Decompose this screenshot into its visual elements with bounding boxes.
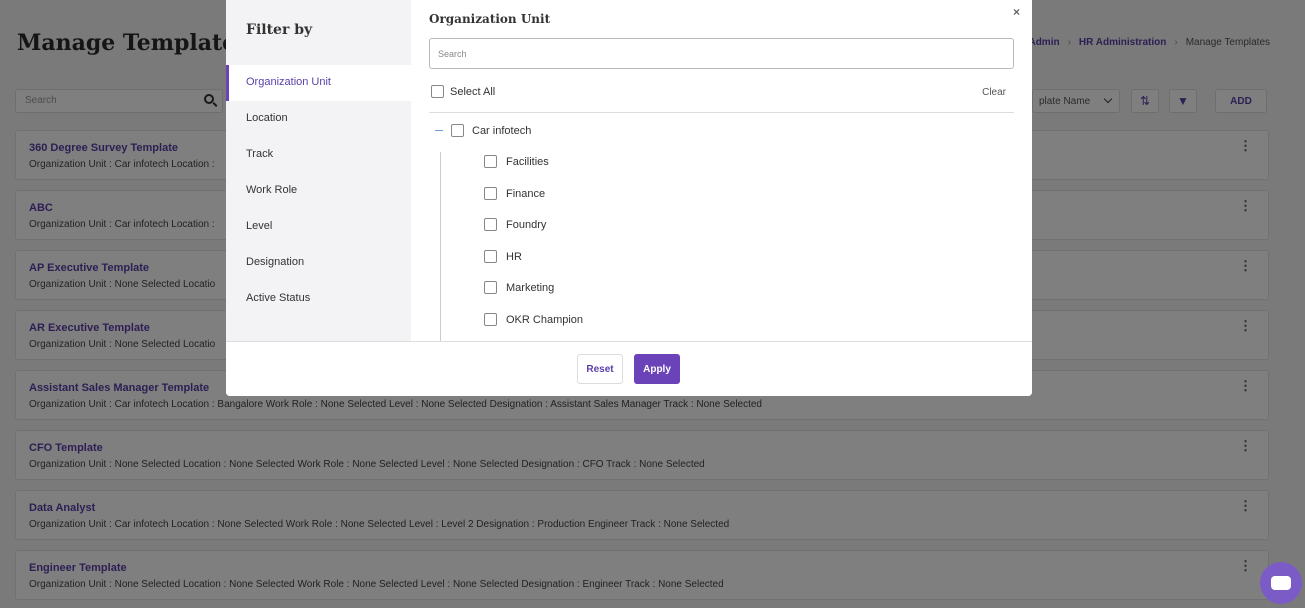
child-label: HR: [506, 250, 522, 263]
child-checkbox[interactable]: [484, 313, 497, 326]
filter-title: Filter by: [246, 22, 313, 38]
select-all-checkbox[interactable]: [431, 85, 444, 98]
filter-modal: Filter by Organization Unit Location Tra…: [226, 0, 1032, 396]
apply-button[interactable]: Apply: [634, 354, 680, 384]
org-unit-search-input[interactable]: Search: [429, 38, 1014, 69]
filter-item-location[interactable]: Location: [226, 101, 411, 137]
tree-child-node: Finance: [484, 187, 545, 200]
child-label: OKR Champion: [506, 313, 584, 326]
tree-child-node: OKR Champion: [484, 313, 583, 326]
collapse-icon[interactable]: [435, 129, 443, 132]
child-checkbox[interactable]: [484, 250, 497, 263]
chat-support-button[interactable]: [1260, 562, 1302, 604]
filter-panel: Organization Unit × Search Select All Cl…: [411, 0, 1032, 342]
filter-item-work-role[interactable]: Work Role: [226, 173, 411, 209]
child-label: Finance: [506, 187, 546, 200]
child-checkbox[interactable]: [484, 155, 497, 168]
tree-child-node: Marketing: [484, 281, 554, 294]
filter-sidebar: Filter by Organization Unit Location Tra…: [226, 0, 411, 341]
chat-icon: [1271, 576, 1291, 590]
root-checkbox[interactable]: [451, 124, 464, 137]
child-label: Marketing: [506, 281, 555, 294]
tree-child-node: HR: [484, 250, 522, 263]
child-checkbox[interactable]: [484, 187, 497, 200]
divider: [429, 112, 1014, 113]
filter-item-organization-unit[interactable]: Organization Unit: [226, 65, 411, 101]
child-label: Facilities: [506, 155, 549, 168]
tree-child-node: Foundry: [484, 218, 546, 231]
filter-item-track[interactable]: Track: [226, 137, 411, 173]
filter-item-level[interactable]: Level: [226, 209, 411, 245]
child-checkbox[interactable]: [484, 218, 497, 231]
tree-child-node: Facilities: [484, 155, 549, 168]
root-label: Car infotech: [472, 124, 532, 137]
modal-footer: Reset Apply: [226, 341, 1032, 396]
clear-button[interactable]: Clear: [982, 87, 1006, 98]
search-placeholder: Search: [438, 49, 467, 59]
child-label: Foundry: [506, 218, 547, 231]
reset-button[interactable]: Reset: [577, 354, 623, 384]
select-all-label: Select All: [450, 85, 496, 98]
child-checkbox[interactable]: [484, 281, 497, 294]
tree-root-node: Car infotech: [435, 124, 531, 137]
select-all-row[interactable]: Select All: [431, 85, 495, 98]
tree-connector: [440, 152, 441, 342]
close-icon[interactable]: ×: [1013, 5, 1020, 19]
filter-item-designation[interactable]: Designation: [226, 245, 411, 281]
panel-title: Organization Unit: [429, 12, 551, 26]
filter-item-active-status[interactable]: Active Status: [226, 281, 411, 317]
